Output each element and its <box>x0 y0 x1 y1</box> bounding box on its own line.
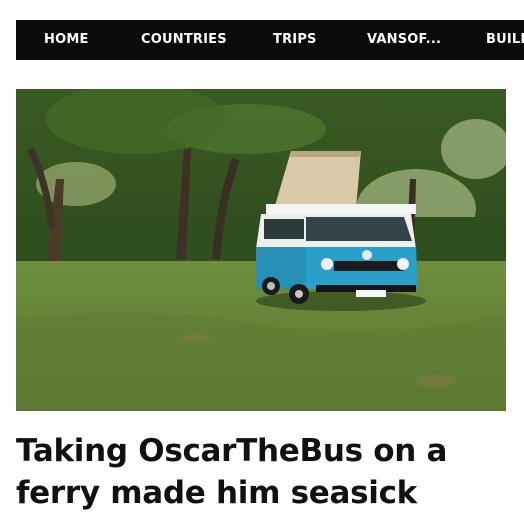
article-title[interactable]: Taking OscarTheBus on a ferry made him s… <box>16 430 516 514</box>
article-hero-image[interactable] <box>16 89 506 411</box>
nav-item-build[interactable]: BUILD <box>486 20 524 60</box>
nav-item-home[interactable]: HOME <box>44 20 89 60</box>
nav-item-countries[interactable]: COUNTRIES <box>141 20 227 60</box>
nav-item-vansof[interactable]: VANSOF... <box>367 20 441 60</box>
nav-item-trips[interactable]: TRIPS <box>273 20 317 60</box>
van-in-park-photo <box>16 89 506 411</box>
main-navbar: HOME COUNTRIES TRIPS VANSOF... BUILD <box>16 20 524 60</box>
